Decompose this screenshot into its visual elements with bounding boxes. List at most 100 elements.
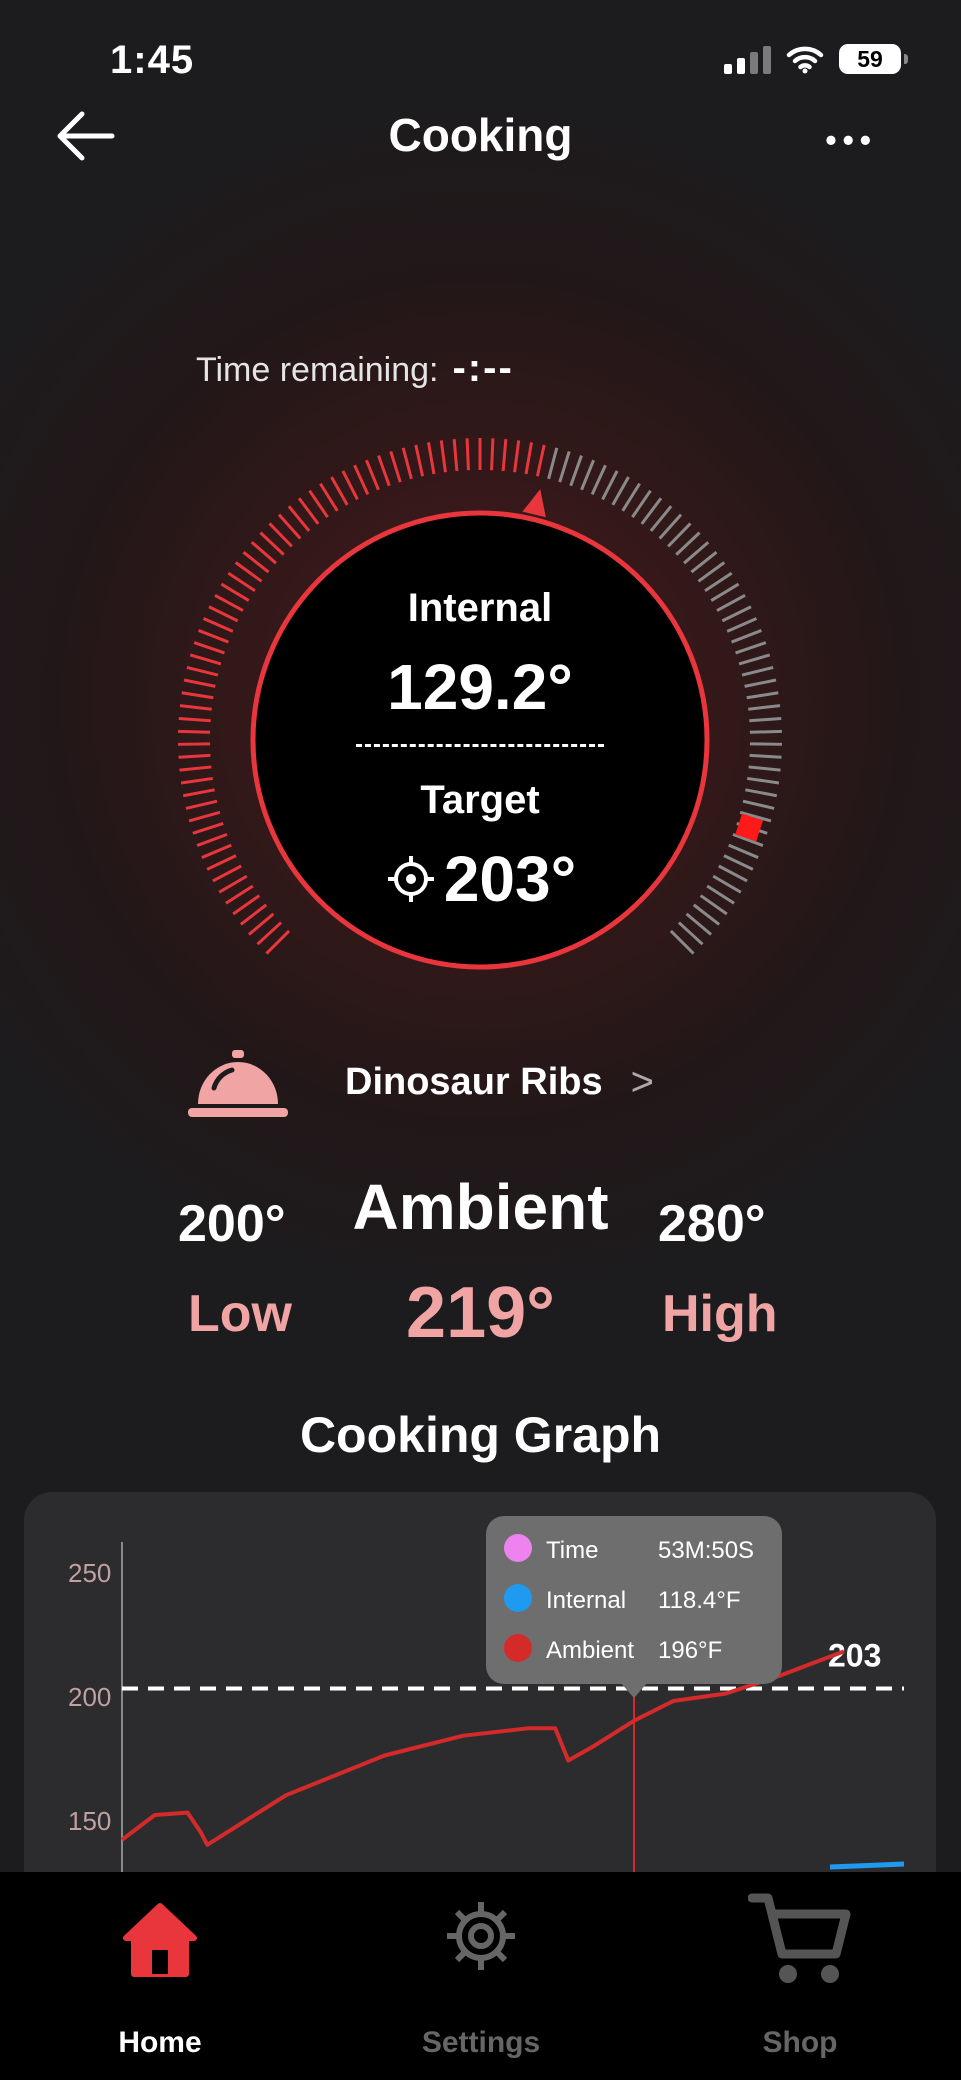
ambient-current-value: 219° — [406, 1273, 555, 1353]
dial-tick — [710, 582, 740, 602]
y-tick-label: 200 — [68, 1682, 111, 1712]
gear-icon — [447, 1902, 515, 1970]
dial-tick — [198, 629, 229, 644]
dial-tick — [414, 444, 425, 477]
ambient-high-label: High — [662, 1285, 778, 1343]
home-icon — [123, 1903, 197, 1977]
y-tick-label: 150 — [68, 1806, 111, 1836]
graph-title: Cooking Graph — [299, 1407, 662, 1463]
target-temp-value: 203° — [443, 843, 577, 915]
dial-tick — [490, 438, 495, 471]
dial-tick — [319, 482, 339, 512]
dial-tick — [569, 455, 583, 487]
chevron-right-icon: > — [630, 1060, 654, 1104]
dial-tick — [365, 459, 380, 491]
dial-tick — [178, 716, 211, 723]
dial-tick — [218, 874, 248, 894]
dial-tick — [706, 884, 735, 905]
dial-tick — [180, 776, 213, 785]
tooltip-dot — [504, 1534, 532, 1562]
tooltip-label: Time — [546, 1537, 598, 1564]
dial-tick — [742, 799, 775, 810]
tooltip-value: 196°F — [658, 1637, 722, 1664]
dial-tick — [749, 716, 782, 723]
dial-tick — [744, 678, 777, 688]
dial-tick — [206, 854, 237, 871]
nav-settings-label: Settings — [421, 2026, 541, 2059]
tooltip-dot — [504, 1584, 532, 1612]
dial-tick — [341, 470, 359, 501]
dial-tick — [308, 489, 329, 518]
dial-tick — [427, 442, 436, 475]
nav-shop-label: Shop — [762, 2026, 838, 2059]
dial-tick — [524, 442, 533, 475]
progress-marker — [522, 489, 546, 518]
dial-tick — [183, 678, 216, 688]
dial-tick — [716, 593, 746, 612]
dial-tick — [192, 822, 224, 835]
more-options-button[interactable]: ••• — [825, 122, 877, 159]
dial-tick — [611, 476, 630, 506]
recipe-name: Dinosaur Ribs — [345, 1061, 603, 1103]
time-remaining-label: Time remaining: — [196, 351, 439, 389]
y-tick-label: 250 — [68, 1558, 111, 1588]
dial-tick — [377, 455, 391, 487]
dial-tick — [193, 641, 225, 655]
dial-tick — [513, 440, 521, 473]
dial-tick — [179, 704, 212, 711]
status-time: 1:45 — [110, 38, 195, 82]
time-remaining-value: -:-- — [452, 346, 514, 390]
dial-tick — [212, 864, 242, 883]
recipe-selector[interactable]: Dinosaur Ribs > — [345, 1060, 654, 1105]
dial-tick — [621, 482, 641, 512]
dial-tick — [748, 704, 781, 711]
signal-icon — [724, 44, 771, 74]
dial-tick — [535, 444, 546, 477]
battery-indicator: 59 — [839, 44, 908, 74]
nav-home-label: Home — [118, 2026, 202, 2059]
status-icons: 59 — [724, 44, 908, 74]
dial-tick — [181, 691, 214, 700]
target-temp[interactable]: 203° — [250, 842, 710, 916]
dial-tick — [188, 810, 221, 823]
dial-tick — [186, 665, 219, 677]
dial-tick — [547, 447, 559, 480]
internal-temp-value: 129.2° — [387, 651, 573, 723]
tooltip-value: 118.4°F — [658, 1587, 741, 1614]
dial-tick — [208, 605, 239, 623]
dial-tick — [728, 843, 759, 859]
dial-tick — [558, 451, 571, 483]
dial-tick — [748, 765, 781, 772]
bottom-navigation: Home Settings Shop — [0, 1872, 961, 2080]
dial-tick — [580, 459, 595, 491]
dial-tick — [731, 629, 762, 644]
dial-tick — [726, 617, 758, 633]
dial-tick — [202, 617, 234, 633]
time-remaining: Time remaining: -:-- — [196, 346, 514, 391]
dial-tick — [189, 653, 222, 666]
dial-tick — [179, 765, 212, 772]
dial-tick — [214, 593, 244, 612]
dial-tick — [401, 447, 413, 480]
chart-tooltip: Time 53M:50S Internal 118.4°F Ambient 196°F — [486, 1516, 782, 1698]
dial-tick — [735, 641, 767, 655]
dial-tick — [749, 753, 782, 759]
target-label: Target — [420, 778, 540, 822]
wifi-icon — [786, 46, 824, 74]
crosshair-icon — [387, 856, 434, 902]
dial-tick — [501, 438, 508, 472]
dial-tick — [439, 440, 447, 473]
dial-tick — [452, 438, 459, 472]
tooltip-dot — [504, 1634, 532, 1662]
dial-tick — [631, 489, 652, 518]
dial-tick — [746, 691, 779, 700]
dial-tick — [196, 832, 228, 847]
ambient-high-value: 280° — [658, 1195, 766, 1253]
dial-tick — [738, 653, 771, 666]
dial-tick — [330, 476, 349, 506]
cart-icon — [748, 1893, 851, 1983]
dial-tick — [745, 788, 778, 798]
dial-tick — [723, 854, 754, 871]
dial-tick — [721, 605, 752, 623]
dial-tick — [601, 470, 619, 501]
